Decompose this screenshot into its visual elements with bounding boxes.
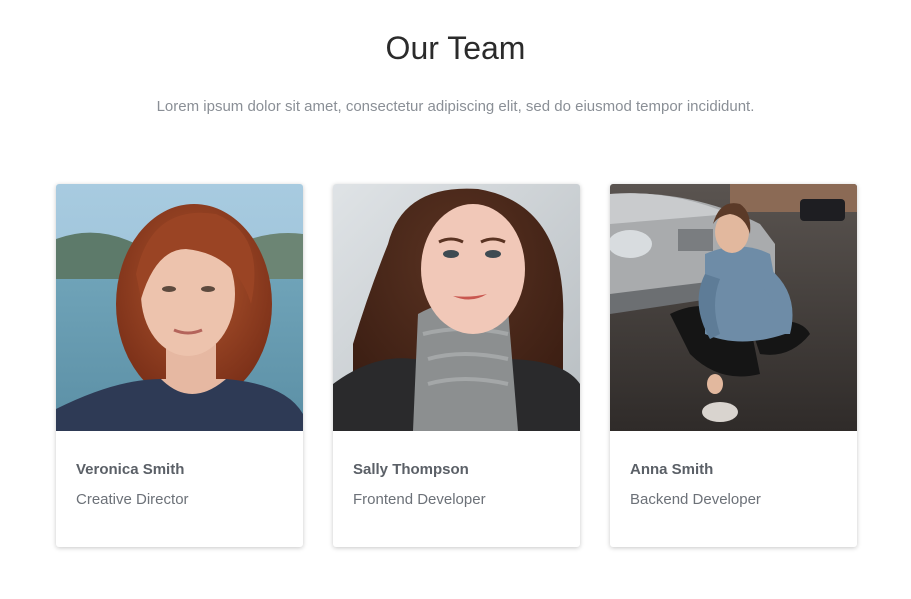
member-name: Veronica Smith xyxy=(76,461,185,478)
member-photo xyxy=(56,184,303,431)
member-photo xyxy=(610,184,857,431)
team-member-card[interactable]: Sally Thompson Frontend Developer xyxy=(333,184,580,547)
member-name: Sally Thompson xyxy=(353,461,469,478)
section-title: Our Team xyxy=(385,30,526,66)
team-member-card[interactable]: Veronica Smith Creative Director xyxy=(56,184,303,547)
member-photo xyxy=(333,184,580,431)
member-role: Backend Developer xyxy=(630,491,761,508)
member-role: Creative Director xyxy=(76,491,189,508)
member-name: Anna Smith xyxy=(630,461,714,478)
section-subtitle: Lorem ipsum dolor sit amet, consectetur … xyxy=(156,98,755,115)
member-role: Frontend Developer xyxy=(353,491,486,508)
team-member-card[interactable]: Anna Smith Backend Developer xyxy=(610,184,857,547)
